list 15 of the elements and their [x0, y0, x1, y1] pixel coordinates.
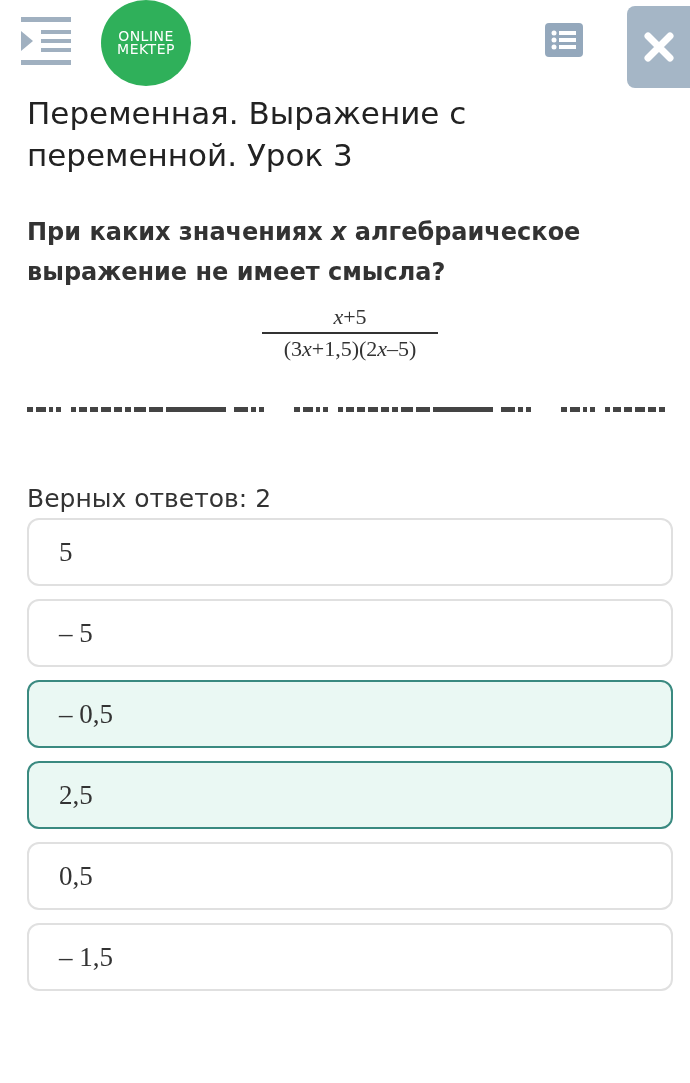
close-button[interactable]: [627, 6, 690, 88]
close-icon: [643, 32, 674, 62]
menu-icon[interactable]: [21, 17, 71, 65]
lesson-title: Переменная. Выражение с переменной. Урок 3: [27, 94, 468, 175]
question-text: При каких значениях x алгебраическое выражение не имеет смысла?: [27, 217, 582, 288]
list-icon[interactable]: [545, 23, 583, 57]
answer-option[interactable]: 0,5: [27, 842, 673, 910]
answer-option[interactable]: – 5: [27, 599, 673, 667]
answers-count: Верных ответов: 2: [27, 483, 273, 515]
answer-option[interactable]: 5: [27, 518, 673, 586]
answer-option[interactable]: – 1,5: [27, 923, 673, 991]
formula-numerator: x+5: [333, 304, 367, 330]
formula-denominator: (3x+1,5)(2x–5): [283, 336, 417, 362]
answer-option[interactable]: – 0,5: [27, 680, 673, 748]
answer-option[interactable]: 2,5: [27, 761, 673, 829]
